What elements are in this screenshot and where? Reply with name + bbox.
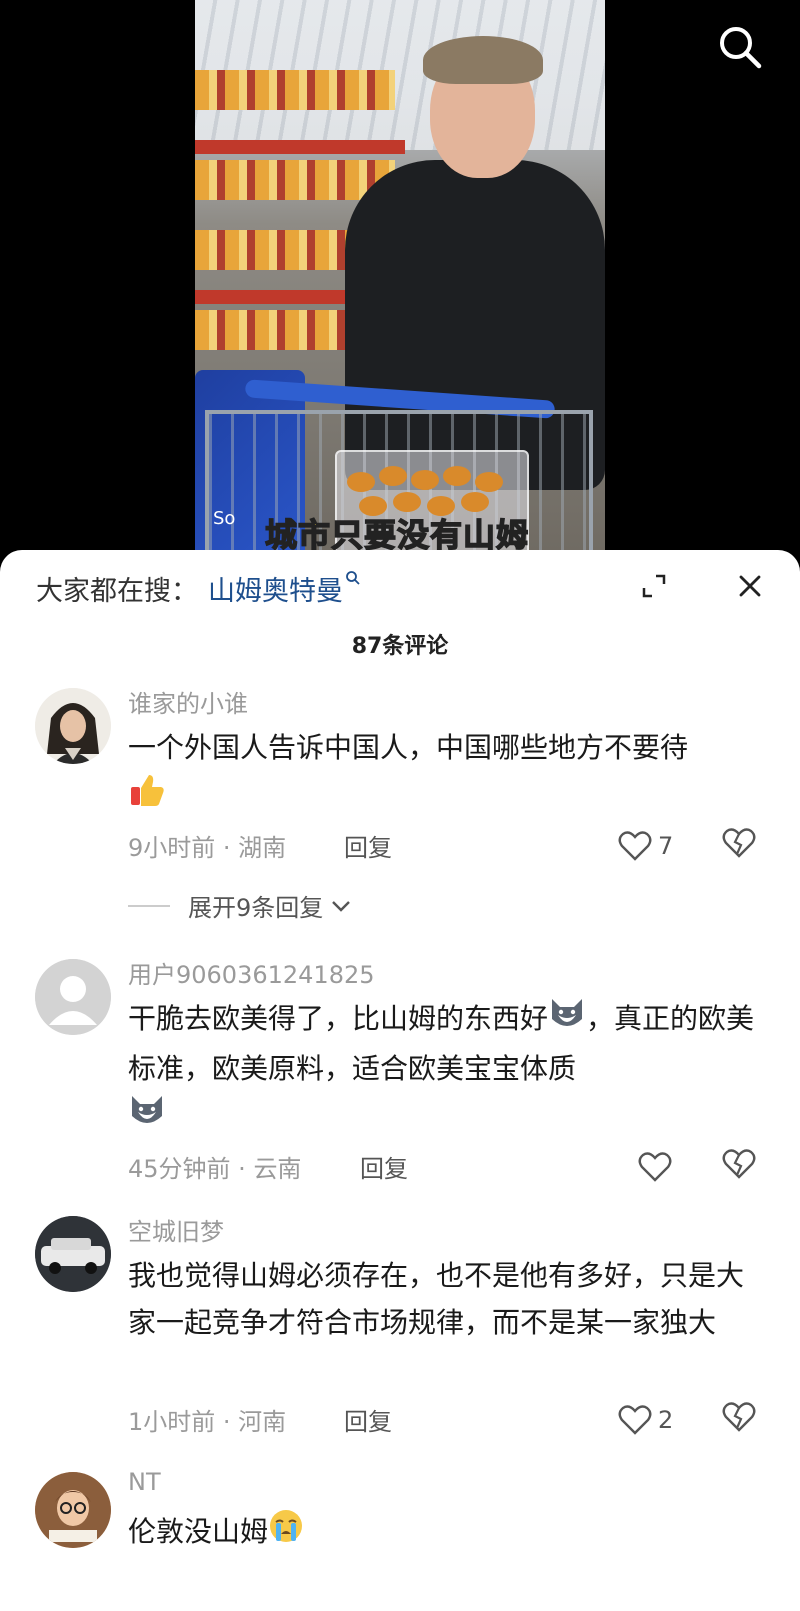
video-player[interactable]: So 城市只要没有山姆: [0, 0, 800, 560]
comment-item: 谁家的小谁 一个外国人告诉中国人，中国哪些地方不要待 9小时前 · 湖南 回复 …: [0, 682, 800, 922]
reply-button[interactable]: 回复: [344, 1402, 392, 1437]
avatar[interactable]: [35, 688, 111, 764]
trending-search-term[interactable]: 山姆奥特曼: [208, 569, 343, 608]
comment-meta: 9小时前 · 湖南: [128, 834, 287, 862]
comment-username[interactable]: 空城旧梦: [128, 1212, 224, 1247]
expand-sheet-button[interactable]: [636, 568, 672, 604]
person-hair: [423, 36, 543, 84]
trending-search-label: 大家都在搜：: [36, 575, 198, 607]
dislike-button[interactable]: [722, 828, 762, 864]
comment-count: 87条评论: [351, 634, 449, 659]
shelf-goods: [195, 70, 395, 110]
video-frame[interactable]: So 城市只要没有山姆: [195, 0, 605, 560]
crying-face-icon: [268, 1508, 304, 1558]
heart-icon: [618, 831, 652, 861]
search-button[interactable]: [715, 22, 765, 72]
shelf: [195, 140, 405, 154]
like-button[interactable]: [638, 1149, 718, 1185]
comment-text: 干脆去欧美得了，比山姆的东西好 ，真正的欧美标准，欧美原料，适合欧美宝宝体质: [128, 995, 768, 1142]
expand-icon: [642, 574, 666, 598]
comment-text: 我也觉得山姆必须存在，也不是他有多好，只是大家一起竞争才符合市场规律，而不是某一…: [128, 1259, 745, 1339]
comment-item: 空城旧梦 我也觉得山姆必须存在，也不是他有多好，只是大家一起竞争才符合市场规律，…: [0, 1210, 800, 1450]
like-count: 7: [658, 832, 674, 860]
broken-heart-icon: [722, 1149, 756, 1179]
avatar[interactable]: [35, 1216, 111, 1292]
like-count: 2: [658, 1406, 674, 1434]
close-icon: [739, 575, 761, 597]
like-button[interactable]: 7: [618, 828, 698, 864]
comment-meta: 1小时前 · 河南: [128, 1408, 287, 1436]
broken-heart-icon: [722, 1402, 756, 1432]
comment-item: 用户9060361241825 干脆去欧美得了，比山姆的东西好 ，真正的欧美标准…: [0, 953, 800, 1193]
husky-face-icon: [548, 995, 586, 1045]
comment-text: 一个外国人告诉中国人，中国哪些地方不要待: [128, 724, 768, 823]
avatar[interactable]: [35, 959, 111, 1035]
heart-icon: [618, 1405, 652, 1435]
dislike-button[interactable]: [722, 1149, 762, 1185]
like-button[interactable]: 2: [618, 1402, 698, 1438]
comment-username[interactable]: 用户9060361241825: [128, 955, 375, 990]
divider: [128, 904, 170, 907]
comment-item: NT 伦敦没山姆: [0, 1466, 800, 1606]
search-icon: [345, 570, 361, 586]
comment-username[interactable]: NT: [128, 1468, 161, 1496]
reply-button[interactable]: 回复: [360, 1149, 408, 1184]
expand-replies-button[interactable]: 展开9条回复: [128, 888, 353, 923]
comment-sheet: 大家都在搜： 山姆奥特曼 87条评论 谁家的小谁 一个外国人告诉中国人，中国哪些…: [0, 550, 800, 1611]
dislike-button[interactable]: [722, 1402, 762, 1438]
comment-meta: 45分钟前 · 云南: [128, 1155, 302, 1183]
chevron-down-icon: [332, 900, 351, 912]
video-watermark: So: [213, 508, 236, 529]
broken-heart-icon: [722, 828, 756, 858]
comment-text: 伦敦没山姆: [128, 1508, 768, 1558]
avatar[interactable]: [35, 1472, 111, 1548]
thumbs-up-icon: [128, 771, 166, 823]
reply-button[interactable]: 回复: [344, 828, 392, 863]
comment-username[interactable]: 谁家的小谁: [128, 684, 248, 719]
husky-face-icon: [128, 1092, 166, 1142]
heart-icon: [638, 1152, 672, 1182]
search-icon: [720, 27, 762, 69]
trending-search-bar: 大家都在搜： 山姆奥特曼: [36, 568, 361, 608]
default-avatar-icon: [35, 959, 111, 1035]
expand-replies-label: 展开9条回复: [188, 894, 324, 922]
close-button[interactable]: [732, 568, 768, 604]
